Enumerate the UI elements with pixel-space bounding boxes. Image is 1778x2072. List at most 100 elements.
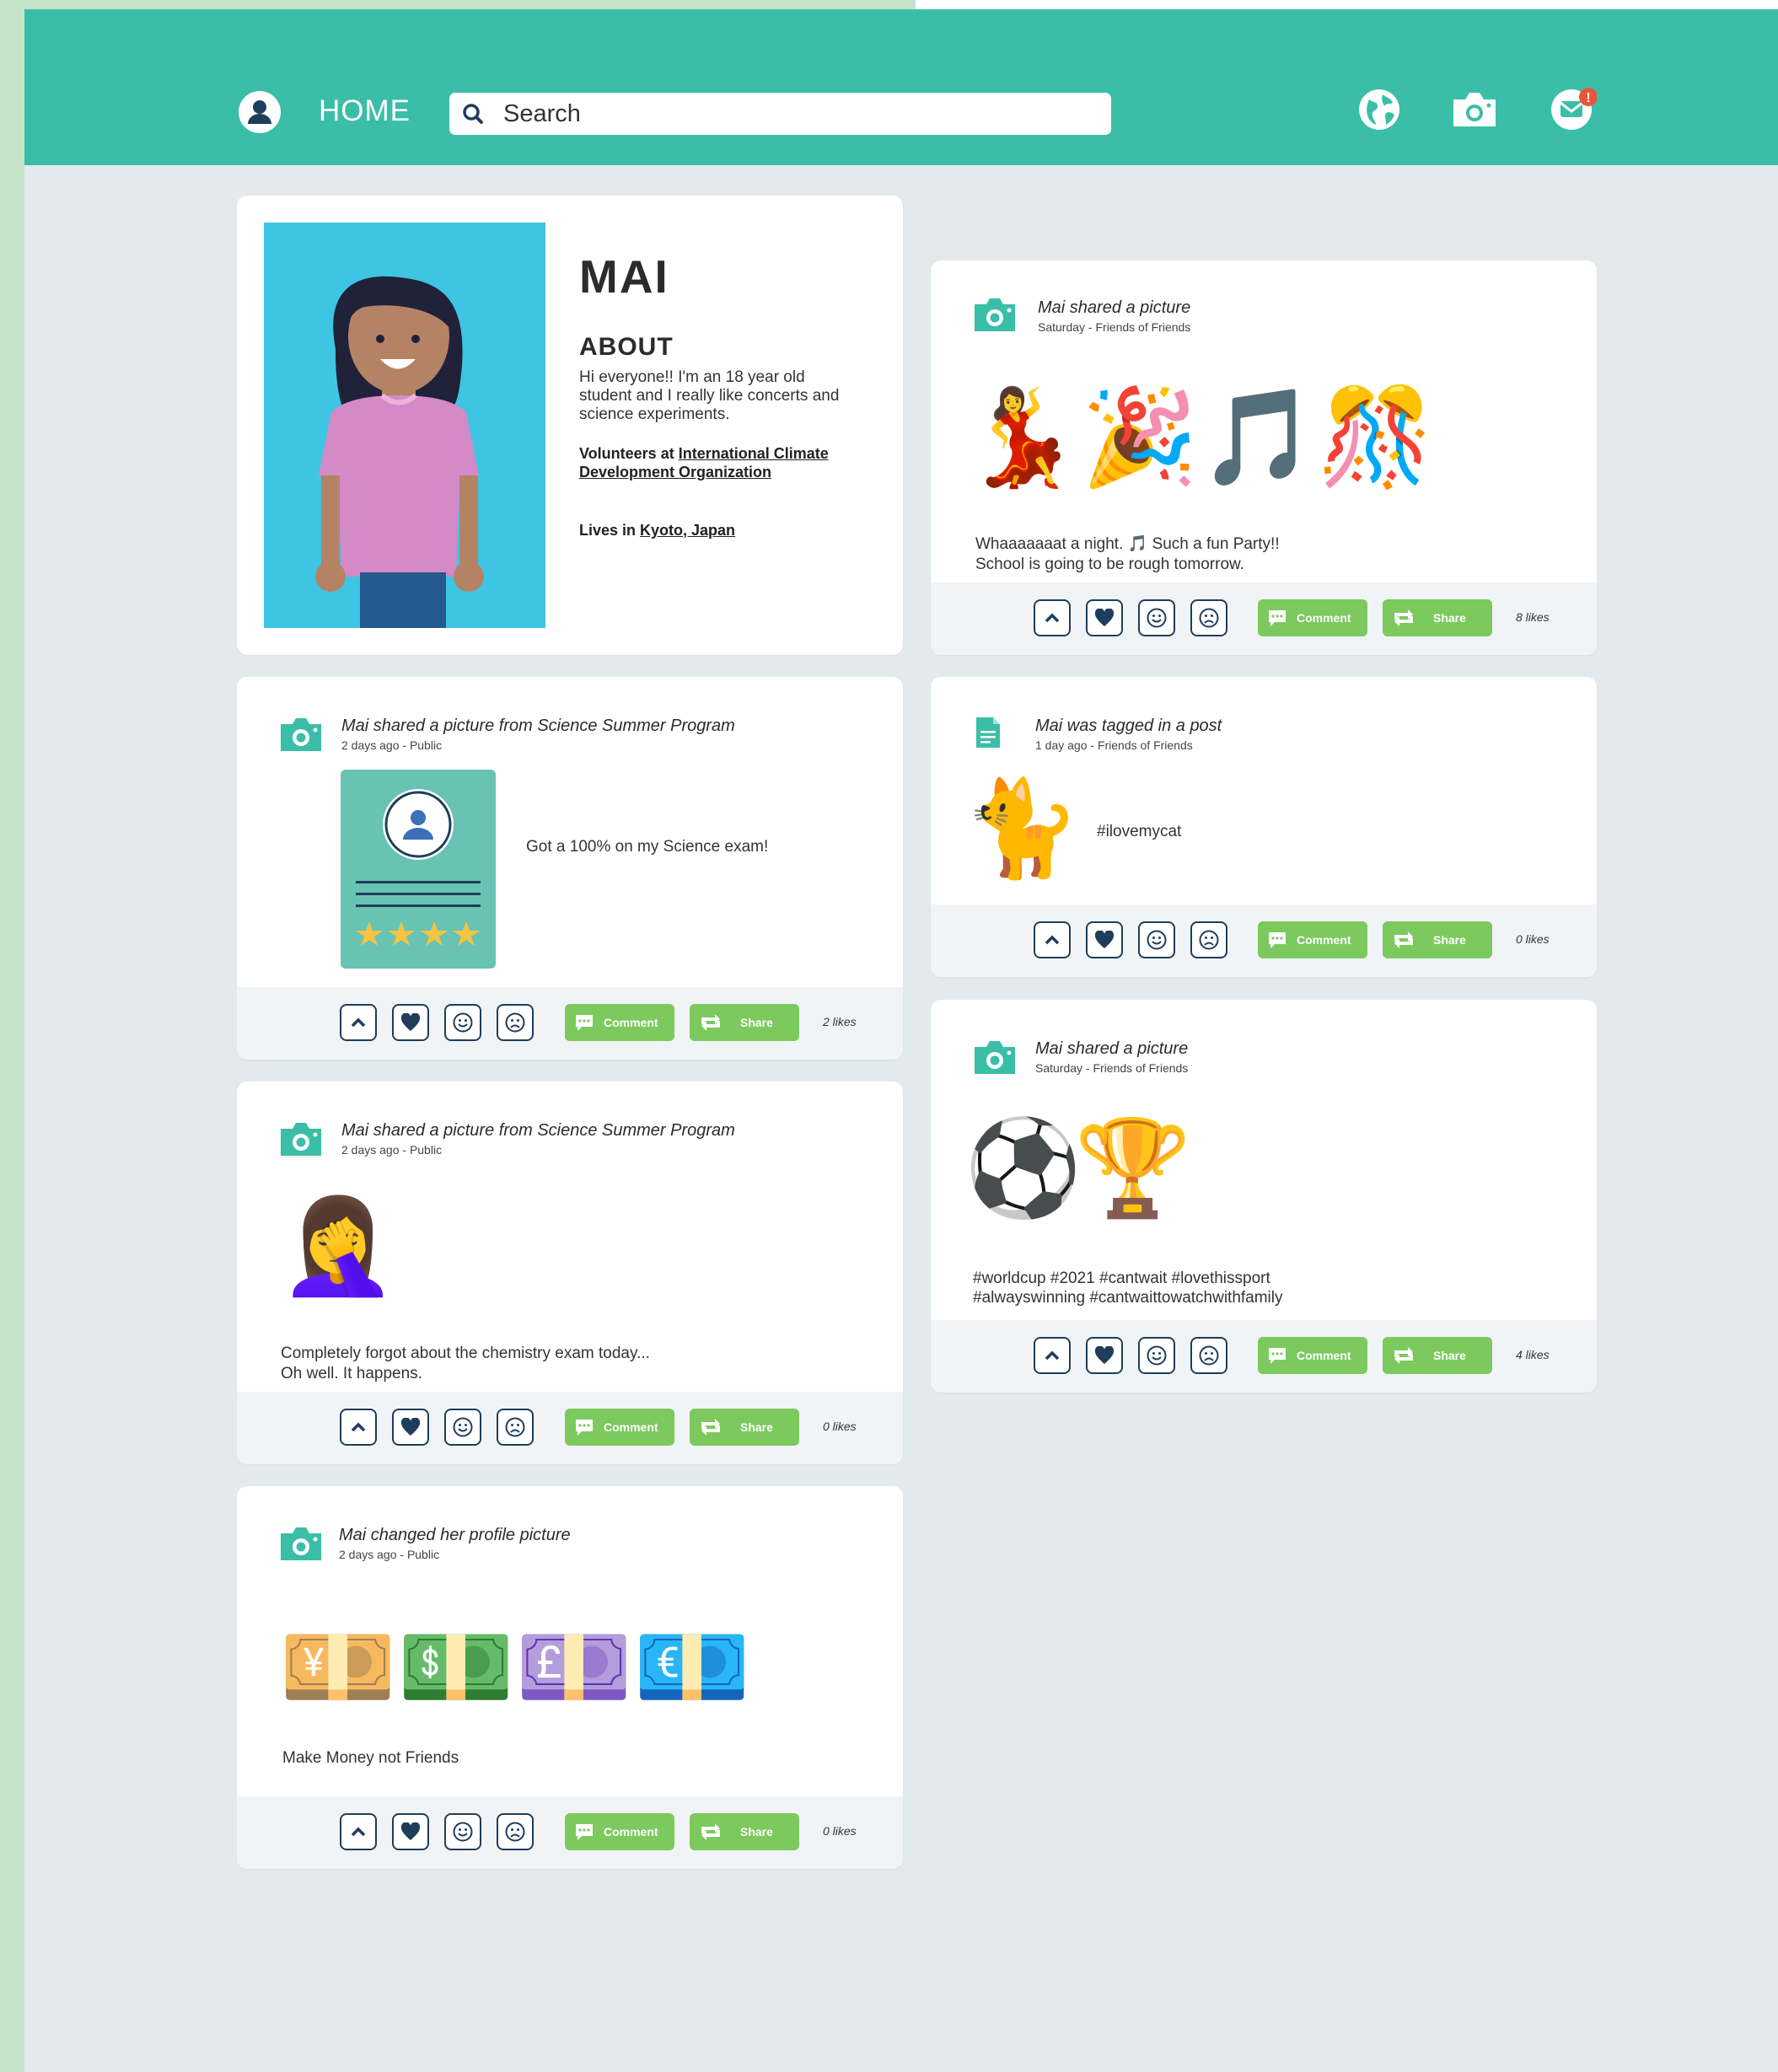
comment-button[interactable]: Comment [1258, 921, 1367, 958]
likes-count: 2 likes [823, 1015, 857, 1028]
sad-reaction-button[interactable] [497, 1813, 534, 1850]
likes-count: 0 likes [1516, 932, 1550, 946]
happy-reaction-button[interactable] [444, 1409, 481, 1446]
post-actions: Comment Share 8 likes [931, 582, 1597, 655]
sad-reaction-button[interactable] [497, 1004, 534, 1041]
like-button[interactable] [1086, 921, 1123, 958]
mail-icon[interactable]: ! [1550, 84, 1597, 132]
comment-icon [576, 1824, 593, 1840]
notification-badge: ! [1579, 88, 1597, 106]
volunteers-prefix: Volunteers at [579, 445, 679, 462]
frown-icon [1199, 930, 1219, 950]
share-button[interactable]: Share [690, 1813, 799, 1850]
like-button[interactable] [392, 1409, 429, 1446]
lives-prefix: Lives in [579, 522, 641, 539]
chevron-up-icon [1045, 613, 1060, 623]
post-title: Mai was tagged in a post [1035, 717, 1222, 735]
emoji-dollar-banknote: 💵 [397, 1613, 515, 1722]
share-label: Share [1433, 933, 1466, 947]
happy-reaction-button[interactable] [1138, 921, 1175, 958]
emoji-trophy: 🏆 [1074, 1114, 1192, 1223]
sad-reaction-button[interactable] [1190, 1337, 1227, 1374]
share-button[interactable]: Share [690, 1004, 799, 1041]
volunteers-line: Volunteers at International Climate Deve… [579, 444, 832, 481]
post-title: Mai changed her profile picture [339, 1526, 571, 1544]
emoji-yen-banknote: 💴 [279, 1613, 397, 1722]
comment-button[interactable]: Comment [565, 1004, 674, 1041]
search-bar[interactable] [449, 93, 1111, 135]
happy-reaction-button[interactable] [444, 1813, 481, 1850]
post-text: #ilovemycat [1097, 823, 1182, 840]
comment-button[interactable]: Comment [565, 1813, 674, 1850]
user-icon [248, 100, 271, 124]
smile-icon [453, 1417, 473, 1437]
post-text: Make Money not Friends [282, 1749, 459, 1767]
emoji-facepalm: 🤦‍♀️ [279, 1191, 397, 1301]
share-icon [701, 1823, 720, 1840]
emoji-confetti: 🎊 [1317, 383, 1435, 492]
share-label: Share [1433, 1349, 1466, 1362]
post-card: Mai shared a picture Saturday - Friends … [931, 260, 1597, 655]
upvote-button[interactable] [1034, 1337, 1071, 1374]
like-button[interactable] [1086, 1337, 1123, 1374]
sad-reaction-button[interactable] [497, 1409, 534, 1446]
profile-name: MAI [579, 250, 669, 303]
post-card: Mai shared a picture from Science Summer… [237, 1082, 903, 1464]
post-text-line-2: Oh well. It happens. [281, 1365, 422, 1382]
post-title: Mai shared a picture from Science Summer… [341, 717, 735, 735]
upvote-button[interactable] [1034, 921, 1071, 958]
upvote-button[interactable] [1034, 599, 1071, 636]
heart-icon [1094, 609, 1115, 626]
comment-button[interactable]: Comment [565, 1409, 674, 1446]
top-strip-right [916, 0, 1778, 9]
upvote-button[interactable] [340, 1004, 377, 1041]
profile-card: MAI ABOUT Hi everyone!! I'm an 18 year o… [237, 196, 903, 655]
happy-reaction-button[interactable] [1138, 1337, 1175, 1374]
post-actions: Comment Share 0 likes [237, 1392, 903, 1464]
comment-button[interactable]: Comment [1258, 1337, 1367, 1374]
post-text-line-2: #alwayswinning #cantwaittowatchwithfamil… [973, 1289, 1283, 1307]
share-button[interactable]: Share [1383, 1337, 1492, 1374]
globe-icon[interactable] [1357, 88, 1401, 132]
comment-label: Comment [604, 1016, 658, 1029]
happy-reaction-button[interactable] [444, 1004, 481, 1041]
heart-icon [400, 1822, 421, 1840]
post-actions: Comment Share 0 likes [237, 1796, 903, 1869]
emoji-cat: 🐈 [963, 774, 1081, 883]
comment-label: Comment [1297, 933, 1351, 947]
share-label: Share [740, 1825, 773, 1838]
like-button[interactable] [392, 1004, 429, 1041]
document-icon [976, 717, 1000, 748]
post-subtitle: 1 day ago - Friends of Friends [1035, 738, 1193, 752]
sad-reaction-button[interactable] [1190, 599, 1227, 636]
camera-icon[interactable] [1450, 88, 1499, 130]
post-subtitle: Saturday - Friends of Friends [1038, 320, 1191, 334]
emoji-music-note: 🎵 [1199, 383, 1317, 492]
sad-reaction-button[interactable] [1190, 921, 1227, 958]
comment-label: Comment [604, 1420, 658, 1434]
home-link[interactable]: HOME [319, 94, 411, 128]
smile-icon [1147, 930, 1167, 950]
heart-icon [1094, 931, 1115, 948]
post-actions: Comment Share 2 likes [237, 987, 903, 1060]
comment-button[interactable]: Comment [1258, 599, 1367, 636]
top-strip-left [0, 0, 916, 9]
heart-icon [400, 1013, 421, 1031]
upvote-button[interactable] [340, 1813, 377, 1850]
emoji-soccer-ball: ⚽ [964, 1114, 1082, 1223]
camera-icon [281, 718, 321, 751]
happy-reaction-button[interactable] [1138, 599, 1175, 636]
camera-icon [281, 1527, 321, 1560]
share-button[interactable]: Share [1383, 921, 1492, 958]
certificate-image [341, 770, 496, 969]
profile-avatar-button[interactable] [239, 91, 281, 133]
like-button[interactable] [392, 1813, 429, 1850]
like-button[interactable] [1086, 599, 1123, 636]
search-input[interactable] [503, 93, 1093, 135]
post-card: Mai shared a picture Saturday - Friends … [931, 1000, 1597, 1393]
upvote-button[interactable] [340, 1409, 377, 1446]
share-button[interactable]: Share [1383, 599, 1492, 636]
share-button[interactable]: Share [690, 1409, 799, 1446]
svg-text:!: ! [1586, 91, 1590, 105]
lives-place-link[interactable]: Kyoto, Japan [640, 522, 735, 539]
